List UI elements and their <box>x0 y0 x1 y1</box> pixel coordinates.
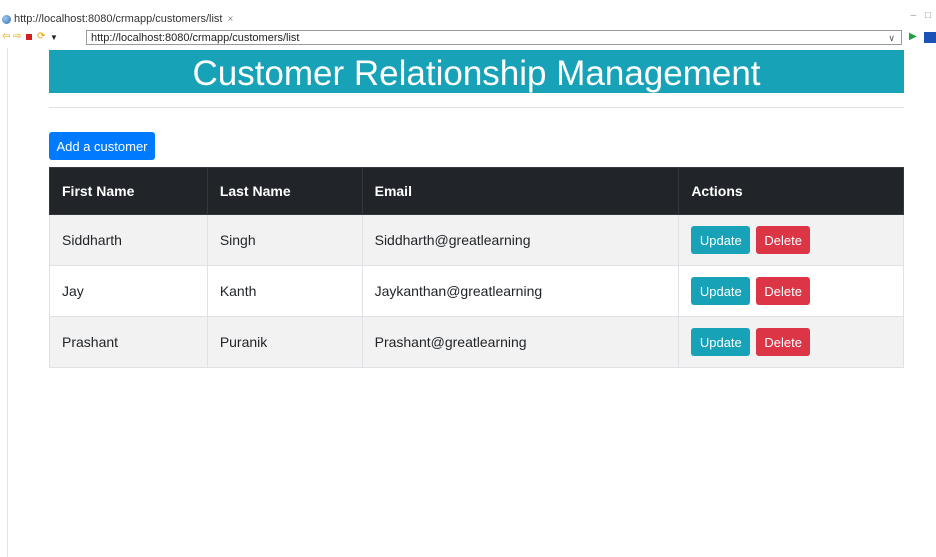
refresh-icon[interactable]: ⟳ <box>37 31 45 43</box>
content-edge <box>7 48 8 557</box>
table-header-row: First Name Last Name Email Actions <box>49 167 904 215</box>
customers-table: First Name Last Name Email Actions Siddh… <box>49 167 904 368</box>
table-row: Jay Kanth Jaykanthan@greatlearning Updat… <box>49 265 904 317</box>
extension-icon[interactable] <box>924 32 936 43</box>
cell-email: Prashant@greatlearning <box>361 316 680 368</box>
tab-title: http://localhost:8080/crmapp/customers/l… <box>14 13 223 25</box>
cell-first-name: Prashant <box>49 316 208 368</box>
forward-arrow-icon[interactable]: ⇨ <box>13 31 21 43</box>
table-row: Siddharth Singh Siddharth@greatlearning … <box>49 214 904 266</box>
cell-actions: Update Delete <box>678 214 904 266</box>
globe-icon <box>2 14 11 24</box>
url-text: http://localhost:8080/crmapp/customers/l… <box>91 32 300 44</box>
tab-bar: http://localhost:8080/crmapp/customers/l… <box>0 10 936 28</box>
navigation-toolbar: ⇦ ⇨ ⟳ ▼ http://localhost:8080/crmapp/cus… <box>0 28 936 48</box>
cell-first-name: Siddharth <box>49 214 208 266</box>
delete-button[interactable]: Delete <box>756 277 811 305</box>
window-controls[interactable]: – □ <box>911 10 934 21</box>
update-button[interactable]: Update <box>691 226 751 254</box>
cell-email: Siddharth@greatlearning <box>361 214 680 266</box>
cell-last-name: Puranik <box>206 316 363 368</box>
chevron-down-icon[interactable]: ∨ <box>888 31 895 46</box>
header-last-name: Last Name <box>206 167 363 215</box>
close-icon[interactable]: × <box>227 14 233 25</box>
delete-button[interactable]: Delete <box>756 328 811 356</box>
add-customer-button[interactable]: Add a customer <box>49 132 155 160</box>
page-title: Customer Relationship Management <box>49 50 904 93</box>
browser-tab[interactable]: http://localhost:8080/crmapp/customers/l… <box>2 11 233 27</box>
divider <box>49 107 904 108</box>
cell-email: Jaykanthan@greatlearning <box>361 265 680 317</box>
cell-actions: Update Delete <box>678 265 904 317</box>
header-email: Email <box>361 167 680 215</box>
cell-last-name: Kanth <box>206 265 363 317</box>
cell-actions: Update Delete <box>678 316 904 368</box>
table-row: Prashant Puranik Prashant@greatlearning … <box>49 316 904 368</box>
stop-icon[interactable] <box>26 34 32 40</box>
back-arrow-icon[interactable]: ⇦ <box>2 31 10 43</box>
update-button[interactable]: Update <box>691 328 751 356</box>
header-first-name: First Name <box>49 167 208 215</box>
dropdown-icon[interactable]: ▼ <box>50 32 58 44</box>
go-icon[interactable]: ▶ <box>909 31 917 42</box>
cell-first-name: Jay <box>49 265 208 317</box>
address-bar[interactable]: http://localhost:8080/crmapp/customers/l… <box>86 30 902 45</box>
delete-button[interactable]: Delete <box>756 226 811 254</box>
header-actions: Actions <box>678 167 904 215</box>
browser-window: http://localhost:8080/crmapp/customers/l… <box>0 0 936 557</box>
cell-last-name: Singh <box>206 214 363 266</box>
update-button[interactable]: Update <box>691 277 751 305</box>
